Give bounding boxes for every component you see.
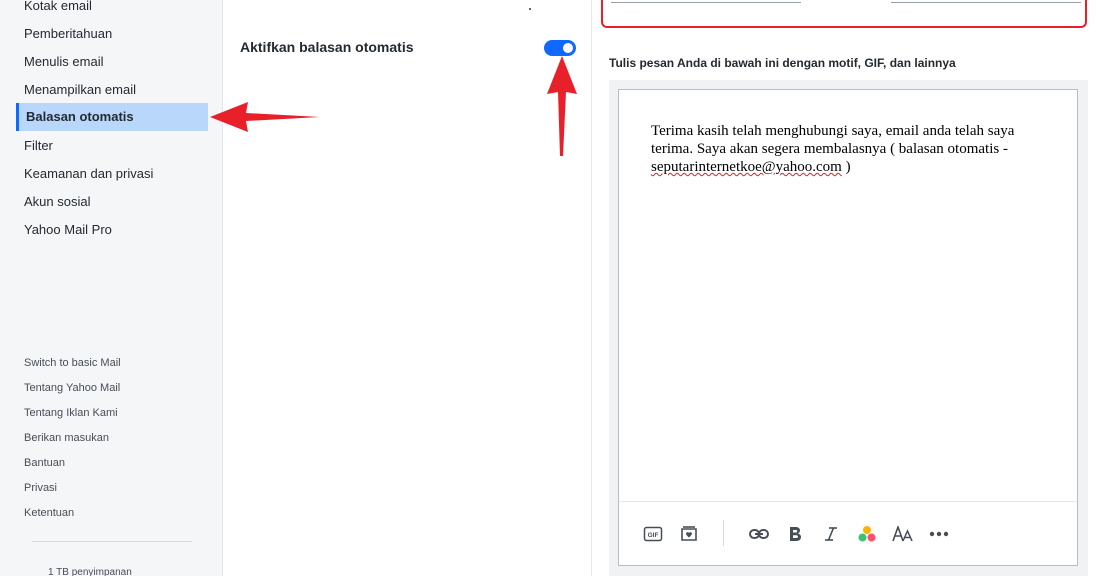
footer-link-berikan-masukan[interactable]: Berikan masukan <box>24 432 109 444</box>
message-email: seputarinternetkoe@yahoo.com <box>651 159 842 175</box>
sidebar-divider <box>32 541 192 542</box>
footer-link-basic-mail[interactable]: Switch to basic Mail <box>24 357 121 369</box>
start-date-underline <box>611 2 801 3</box>
sidebar-item-keamanan-privasi[interactable]: Keamanan dan privasi <box>16 160 208 188</box>
bold-icon[interactable] <box>783 522 807 546</box>
annotation-arrow-left-icon <box>210 102 320 132</box>
decorative-dot <box>529 8 531 10</box>
color-icon[interactable] <box>855 522 879 546</box>
italic-icon[interactable] <box>819 522 843 546</box>
annotation-arrow-up-icon <box>547 56 577 156</box>
svg-text:GIF: GIF <box>648 532 659 539</box>
date-range-highlight: 2020-07-02 2020-07-02 <box>601 0 1087 28</box>
toolbar-separator <box>723 520 724 546</box>
footer-link-tentang-yahoo-mail[interactable]: Tentang Yahoo Mail <box>24 382 120 394</box>
sidebar-item-menampilkan-email[interactable]: Menampilkan email <box>16 76 208 104</box>
sidebar-item-kotak-email[interactable]: Kotak email <box>16 0 208 20</box>
sticker-icon[interactable] <box>677 522 701 546</box>
sidebar-item-pemberitahuan[interactable]: Pemberitahuan <box>16 20 208 48</box>
auto-reply-toggle-label: Aktifkan balasan otomatis <box>240 39 414 55</box>
compose-label: Tulis pesan Anda di bawah ini dengan mot… <box>609 56 956 70</box>
footer-link-tentang-iklan[interactable]: Tentang Iklan Kami <box>24 407 118 419</box>
footer-link-privasi[interactable]: Privasi <box>24 482 57 494</box>
font-size-icon[interactable] <box>891 522 915 546</box>
more-icon[interactable] <box>927 522 951 546</box>
sidebar-item-yahoo-mail-pro[interactable]: Yahoo Mail Pro <box>16 216 208 244</box>
footer-link-ketentuan[interactable]: Ketentuan <box>24 507 74 519</box>
auto-reply-panel: 2020-07-02 2020-07-02 Tulis pesan Anda d… <box>593 0 1096 576</box>
footer-link-bantuan[interactable]: Bantuan <box>24 457 65 469</box>
settings-sidebar: Kotak email Pemberitahuan Menulis email … <box>0 0 223 576</box>
storage-info: 1 TB penyimpanan <box>48 567 132 576</box>
message-text[interactable]: Terima kasih telah menghubungi saya, ema… <box>651 122 1051 176</box>
link-icon[interactable] <box>747 522 771 546</box>
end-date-underline <box>891 2 1081 3</box>
sidebar-item-menulis-email[interactable]: Menulis email <box>16 48 208 76</box>
editor-container: Terima kasih telah menghubungi saya, ema… <box>609 80 1088 576</box>
editor-toolbar: GIF <box>619 501 1077 565</box>
sidebar-item-filter[interactable]: Filter <box>16 132 208 160</box>
gif-icon[interactable]: GIF <box>641 522 665 546</box>
settings-panel: Aktifkan balasan otomatis <box>224 0 592 576</box>
sidebar-item-balasan-otomatis[interactable]: Balasan otomatis <box>16 103 208 131</box>
message-editor[interactable]: Terima kasih telah menghubungi saya, ema… <box>618 89 1078 566</box>
sidebar-item-akun-sosial[interactable]: Akun sosial <box>16 188 208 216</box>
toggle-knob <box>563 43 573 53</box>
